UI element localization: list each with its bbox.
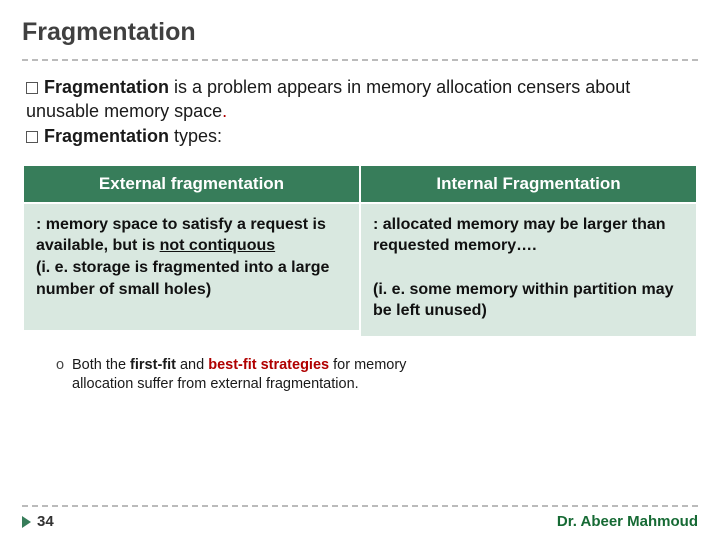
- bullet-list: Fragmentation is a problem appears in me…: [22, 75, 698, 158]
- author-name: Dr. Abeer Mahmoud: [557, 513, 698, 530]
- sub-text: and: [176, 357, 208, 373]
- circle-bullet-icon: o: [56, 356, 64, 376]
- sub-red: best-fit strategies: [208, 357, 329, 373]
- page-number: 34: [37, 513, 54, 530]
- bullet-item: Fragmentation types:: [26, 124, 694, 148]
- bullet-item: Fragmentation is a problem appears in me…: [26, 75, 694, 124]
- bullet-strong: Fragmentation: [44, 126, 169, 146]
- cell-text: : allocated memory may be larger than re…: [373, 216, 666, 255]
- divider-bottom: [22, 505, 698, 507]
- triangle-icon: [22, 516, 31, 528]
- cell-underline: not contiquous: [160, 237, 276, 254]
- bullet-strong: Fragmentation: [44, 77, 169, 97]
- cell-text: (i. e. storage is fragmented into a larg…: [36, 259, 329, 298]
- slide-body: Fragmentation Fragmentation is a problem…: [0, 0, 720, 395]
- comparison-table: External fragmentation : memory space to…: [22, 164, 698, 338]
- table-header-left: External fragmentation: [23, 165, 360, 203]
- bullet-text: types:: [169, 126, 222, 146]
- sub-bullet: o Both the first-fit and best-fit strate…: [56, 356, 416, 395]
- square-bullet-icon: [26, 82, 38, 94]
- sub-strong: first-fit: [130, 357, 176, 373]
- page-indicator: 34: [22, 513, 54, 530]
- footer: 34 Dr. Abeer Mahmoud: [0, 505, 720, 540]
- sub-text: Both the: [72, 357, 130, 373]
- slide-title: Fragmentation: [22, 18, 698, 47]
- table-col-right: Internal Fragmentation : allocated memor…: [360, 165, 697, 337]
- square-bullet-icon: [26, 131, 38, 143]
- table-cell-right: : allocated memory may be larger than re…: [360, 203, 697, 337]
- bullet-period: .: [222, 101, 227, 121]
- cell-text: (i. e. some memory within partition may …: [373, 281, 674, 320]
- divider-top: [22, 59, 698, 61]
- table-col-left: External fragmentation : memory space to…: [23, 165, 360, 337]
- table-cell-left: : memory space to satisfy a request is a…: [23, 203, 360, 331]
- footer-row: 34 Dr. Abeer Mahmoud: [22, 513, 698, 530]
- table-header-right: Internal Fragmentation: [360, 165, 697, 203]
